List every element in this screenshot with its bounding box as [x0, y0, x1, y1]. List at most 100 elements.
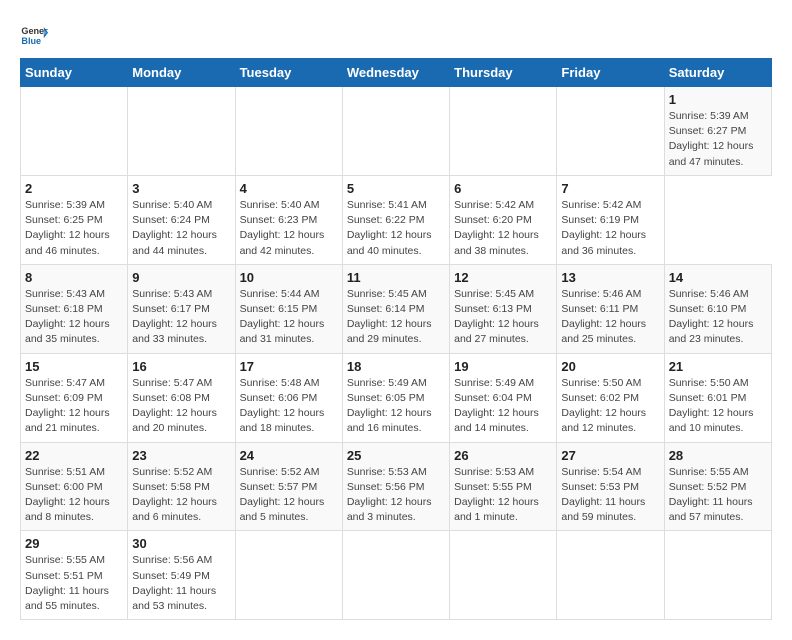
calendar-day-cell: 30Sunrise: 5:56 AMSunset: 5:49 PMDayligh… [128, 531, 235, 620]
calendar-week-row: 1Sunrise: 5:39 AMSunset: 6:27 PMDaylight… [21, 87, 772, 176]
calendar-day-cell: 26 Sunrise: 5:53 AMSunset: 5:55 PMDayligh… [450, 442, 557, 531]
day-number: 7 [561, 181, 659, 196]
calendar-table: SundayMondayTuesdayWednesdayThursdayFrid… [20, 58, 772, 620]
calendar-day-cell: 7 Sunrise: 5:42 AMSunset: 6:19 PMDaylight… [557, 175, 664, 264]
day-number: 29 [25, 536, 123, 551]
day-info: Sunrise: 5:46 AMSunset: 6:10 PMDaylight:… [669, 287, 767, 348]
empty-cell [21, 87, 128, 176]
calendar-day-cell: 15 Sunrise: 5:47 AMSunset: 6:09 PMDayligh… [21, 353, 128, 442]
empty-cell [128, 87, 235, 176]
day-number: 15 [25, 359, 123, 374]
column-header-friday: Friday [557, 59, 664, 87]
day-info: Sunrise: 5:54 AMSunset: 5:53 PMDaylight:… [561, 465, 659, 526]
day-info: Sunrise: 5:43 AMSunset: 6:17 PMDaylight:… [132, 287, 230, 348]
calendar-day-cell: 3 Sunrise: 5:40 AMSunset: 6:24 PMDaylight… [128, 175, 235, 264]
day-info: Sunrise: 5:39 AMSunset: 6:25 PMDaylight:… [25, 198, 123, 259]
day-number: 3 [132, 181, 230, 196]
column-header-tuesday: Tuesday [235, 59, 342, 87]
day-number: 19 [454, 359, 552, 374]
calendar-day-cell: 12Sunrise: 5:45 AMSunset: 6:13 PMDayligh… [450, 264, 557, 353]
day-number: 21 [669, 359, 767, 374]
column-header-wednesday: Wednesday [342, 59, 449, 87]
calendar-day-cell: 27 Sunrise: 5:54 AMSunset: 5:53 PMDayligh… [557, 442, 664, 531]
calendar-week-row: 2 Sunrise: 5:39 AMSunset: 6:25 PMDaylight… [21, 175, 772, 264]
calendar-day-cell: 14 Sunrise: 5:46 AMSunset: 6:10 PMDayligh… [664, 264, 771, 353]
calendar-day-cell [557, 531, 664, 620]
calendar-week-row: 29Sunrise: 5:55 AMSunset: 5:51 PMDayligh… [21, 531, 772, 620]
calendar-day-cell: 23 Sunrise: 5:52 AMSunset: 5:58 PMDayligh… [128, 442, 235, 531]
calendar-day-cell: 25Sunrise: 5:53 AMSunset: 5:56 PMDayligh… [342, 442, 449, 531]
day-info: Sunrise: 5:40 AMSunset: 6:24 PMDaylight:… [132, 198, 230, 259]
day-number: 24 [240, 448, 338, 463]
calendar-day-cell: 8 Sunrise: 5:43 AMSunset: 6:18 PMDaylight… [21, 264, 128, 353]
calendar-week-row: 15 Sunrise: 5:47 AMSunset: 6:09 PMDayligh… [21, 353, 772, 442]
calendar-day-cell: 4Sunrise: 5:40 AMSunset: 6:23 PMDaylight… [235, 175, 342, 264]
day-info: Sunrise: 5:40 AMSunset: 6:23 PMDaylight:… [240, 198, 338, 259]
day-info: Sunrise: 5:46 AMSunset: 6:11 PMDaylight:… [561, 287, 659, 348]
day-info: Sunrise: 5:47 AMSunset: 6:08 PMDaylight:… [132, 376, 230, 437]
day-number: 17 [240, 359, 338, 374]
day-number: 16 [132, 359, 230, 374]
day-number: 9 [132, 270, 230, 285]
day-number: 2 [25, 181, 123, 196]
empty-cell [450, 87, 557, 176]
calendar-day-cell: 24Sunrise: 5:52 AMSunset: 5:57 PMDayligh… [235, 442, 342, 531]
svg-text:Blue: Blue [21, 36, 41, 46]
day-number: 22 [25, 448, 123, 463]
calendar-day-cell: 20 Sunrise: 5:50 AMSunset: 6:02 PMDayligh… [557, 353, 664, 442]
calendar-day-cell: 1Sunrise: 5:39 AMSunset: 6:27 PMDaylight… [664, 87, 771, 176]
empty-cell [557, 87, 664, 176]
day-info: Sunrise: 5:53 AMSunset: 5:55 PMDaylight:… [454, 465, 552, 526]
calendar-day-cell [450, 531, 557, 620]
calendar-day-cell: 11Sunrise: 5:45 AMSunset: 6:14 PMDayligh… [342, 264, 449, 353]
day-info: Sunrise: 5:48 AMSunset: 6:06 PMDaylight:… [240, 376, 338, 437]
day-number: 14 [669, 270, 767, 285]
day-info: Sunrise: 5:41 AMSunset: 6:22 PMDaylight:… [347, 198, 445, 259]
day-number: 12 [454, 270, 552, 285]
calendar-header-row: SundayMondayTuesdayWednesdayThursdayFrid… [21, 59, 772, 87]
day-number: 27 [561, 448, 659, 463]
calendar-day-cell: 21 Sunrise: 5:50 AMSunset: 6:01 PMDayligh… [664, 353, 771, 442]
day-number: 1 [669, 92, 767, 107]
calendar-day-cell: 2 Sunrise: 5:39 AMSunset: 6:25 PMDaylight… [21, 175, 128, 264]
empty-cell [342, 87, 449, 176]
calendar-week-row: 8 Sunrise: 5:43 AMSunset: 6:18 PMDaylight… [21, 264, 772, 353]
day-info: Sunrise: 5:51 AMSunset: 6:00 PMDaylight:… [25, 465, 123, 526]
day-info: Sunrise: 5:42 AMSunset: 6:19 PMDaylight:… [561, 198, 659, 259]
calendar-day-cell [664, 531, 771, 620]
calendar-day-cell: 19 Sunrise: 5:49 AMSunset: 6:04 PMDayligh… [450, 353, 557, 442]
day-info: Sunrise: 5:47 AMSunset: 6:09 PMDaylight:… [25, 376, 123, 437]
day-info: Sunrise: 5:52 AMSunset: 5:58 PMDaylight:… [132, 465, 230, 526]
day-info: Sunrise: 5:55 AMSunset: 5:52 PMDaylight:… [669, 465, 767, 526]
day-info: Sunrise: 5:50 AMSunset: 6:02 PMDaylight:… [561, 376, 659, 437]
calendar-day-cell: 5Sunrise: 5:41 AMSunset: 6:22 PMDaylight… [342, 175, 449, 264]
day-number: 30 [132, 536, 230, 551]
day-number: 13 [561, 270, 659, 285]
day-info: Sunrise: 5:43 AMSunset: 6:18 PMDaylight:… [25, 287, 123, 348]
day-number: 28 [669, 448, 767, 463]
day-info: Sunrise: 5:42 AMSunset: 6:20 PMDaylight:… [454, 198, 552, 259]
calendar-day-cell [235, 531, 342, 620]
calendar-day-cell: 28 Sunrise: 5:55 AMSunset: 5:52 PMDayligh… [664, 442, 771, 531]
day-info: Sunrise: 5:49 AMSunset: 6:04 PMDaylight:… [454, 376, 552, 437]
calendar-day-cell: 16 Sunrise: 5:47 AMSunset: 6:08 PMDayligh… [128, 353, 235, 442]
day-info: Sunrise: 5:45 AMSunset: 6:14 PMDaylight:… [347, 287, 445, 348]
logo: General Blue [20, 20, 48, 48]
calendar-day-cell: 29Sunrise: 5:55 AMSunset: 5:51 PMDayligh… [21, 531, 128, 620]
page-header: General Blue [20, 20, 772, 48]
calendar-day-cell: 9 Sunrise: 5:43 AMSunset: 6:17 PMDaylight… [128, 264, 235, 353]
day-number: 10 [240, 270, 338, 285]
day-number: 26 [454, 448, 552, 463]
calendar-day-cell: 13 Sunrise: 5:46 AMSunset: 6:11 PMDayligh… [557, 264, 664, 353]
empty-cell [235, 87, 342, 176]
calendar-day-cell: 10Sunrise: 5:44 AMSunset: 6:15 PMDayligh… [235, 264, 342, 353]
day-number: 18 [347, 359, 445, 374]
calendar-day-cell: 6Sunrise: 5:42 AMSunset: 6:20 PMDaylight… [450, 175, 557, 264]
day-info: Sunrise: 5:49 AMSunset: 6:05 PMDaylight:… [347, 376, 445, 437]
day-number: 23 [132, 448, 230, 463]
day-number: 25 [347, 448, 445, 463]
calendar-day-cell: 22 Sunrise: 5:51 AMSunset: 6:00 PMDayligh… [21, 442, 128, 531]
day-number: 8 [25, 270, 123, 285]
day-number: 20 [561, 359, 659, 374]
day-info: Sunrise: 5:50 AMSunset: 6:01 PMDaylight:… [669, 376, 767, 437]
